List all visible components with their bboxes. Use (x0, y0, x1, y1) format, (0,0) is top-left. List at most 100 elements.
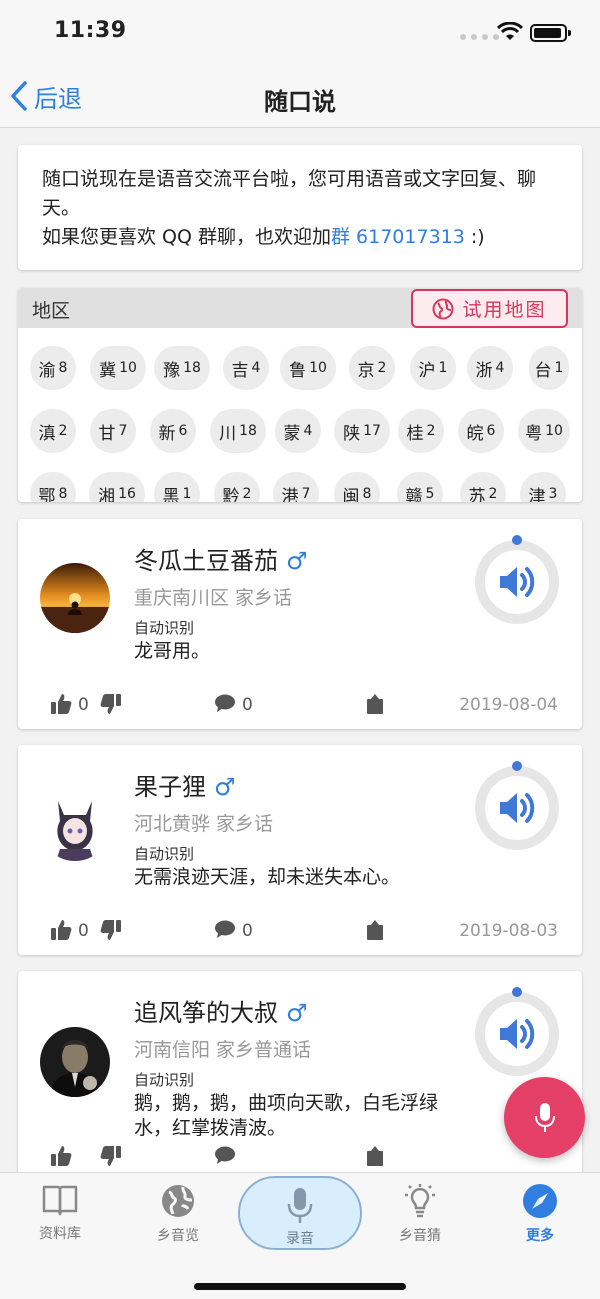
region-count: 5 (425, 486, 435, 502)
share-icon[interactable] (365, 1145, 385, 1167)
region-chip[interactable]: 湘 16 (89, 472, 145, 502)
comment-icon[interactable] (214, 1145, 236, 1165)
region-chip[interactable]: 鲁 10 (280, 346, 336, 390)
region-name: 皖 (466, 423, 484, 444)
region-chip[interactable]: 滇2 (30, 409, 76, 453)
region-chip[interactable]: 豫 18 (154, 346, 210, 390)
post-author[interactable]: 冬瓜土豆番茄 ♂ (134, 541, 308, 576)
notice-line-1: 随口说现在是语音交流平台啦，您可用语音或文字回复、聊天。 (42, 168, 537, 219)
thumbs-down-icon[interactable] (100, 1145, 122, 1167)
region-count: 4 (303, 423, 313, 439)
tab-dialect-browse[interactable]: 乡音览 (118, 1183, 238, 1263)
post-actions: 0 0 2019-08-03 (18, 917, 582, 947)
region-chip[interactable]: 浙4 (467, 346, 513, 390)
share-icon[interactable] (365, 919, 385, 941)
home-indicator (194, 1283, 406, 1290)
post-card[interactable]: 冬瓜土豆番茄 ♂ 重庆南川区 家乡话 自动识别 龙哥用。 0 0 2019-08-04 (18, 519, 582, 729)
page-title: 随口说 (264, 88, 336, 116)
region-count: 7 (118, 423, 128, 439)
thumbs-down-icon[interactable] (100, 693, 122, 715)
region-chip[interactable]: 粤 10 (518, 409, 570, 453)
region-count: 2 (377, 360, 387, 376)
region-count: 10 (119, 360, 137, 376)
region-name: 吉 (231, 360, 249, 381)
audio-play-button[interactable] (472, 987, 562, 1077)
region-chip[interactable]: 鄂8 (30, 472, 76, 502)
region-chip[interactable]: 黔2 (214, 472, 260, 502)
post-author[interactable]: 追风筝的大叔 ♂ (134, 993, 308, 1028)
region-chip[interactable]: 新6 (150, 409, 196, 453)
region-count: 1 (182, 486, 192, 502)
thumbs-down-icon[interactable] (100, 919, 122, 941)
region-chip[interactable]: 港7 (273, 472, 319, 502)
post-location: 重庆南川区 家乡话 (134, 587, 293, 609)
region-chip[interactable]: 桂2 (398, 409, 444, 453)
region-chip[interactable]: 陕 17 (334, 409, 390, 453)
post-text: 无需浪迹天涯，却未迷失本心。 (134, 866, 401, 888)
region-chip[interactable]: 冀 10 (90, 346, 146, 390)
tab-more[interactable]: 更多 (480, 1183, 600, 1263)
avatar[interactable] (40, 1027, 110, 1097)
lightbulb-icon (405, 1184, 435, 1218)
tab-record[interactable]: 录音 (238, 1176, 362, 1250)
try-map-button[interactable]: 试用地图 (411, 289, 568, 328)
avatar[interactable] (40, 563, 110, 633)
auto-recognition-label: 自动识别 (134, 845, 195, 863)
thumbs-up-icon[interactable] (50, 919, 72, 941)
region-chip[interactable]: 赣5 (397, 472, 443, 502)
region-name: 台 (534, 360, 552, 381)
cellular-signal-icon (460, 34, 499, 40)
tab-more-label: 更多 (526, 1228, 554, 1244)
globe-icon (162, 1185, 194, 1217)
region-chip[interactable]: 苏2 (460, 472, 506, 502)
thumbs-up-icon[interactable] (50, 693, 72, 715)
region-chip[interactable]: 甘7 (90, 409, 136, 453)
region-name: 闽 (342, 486, 360, 503)
audio-play-button[interactable] (472, 761, 562, 851)
region-chip[interactable]: 闽8 (334, 472, 380, 502)
avatar[interactable] (40, 791, 110, 861)
thumbs-up-icon[interactable] (50, 1145, 72, 1167)
region-chip[interactable]: 蒙4 (275, 409, 321, 453)
region-chip[interactable]: 台1 (529, 346, 569, 390)
post-card[interactable]: 追风筝的大叔 ♂ 河南信阳 家乡普通话 自动识别 鹅，鹅，鹅，曲项向天歌，白毛浮绿水，红… (18, 971, 582, 1181)
region-count: 2 (58, 423, 68, 439)
globe-icon (432, 298, 454, 319)
region-name: 黔 (222, 486, 240, 503)
post-author[interactable]: 果子狸 ♂ (134, 767, 236, 802)
region-chip[interactable]: 渝8 (30, 346, 76, 390)
region-name: 鲁 (289, 360, 307, 381)
navigation-bar: 后退 随口说 (0, 64, 600, 128)
author-name: 冬瓜土豆番茄 (134, 547, 278, 575)
qq-group-link[interactable]: 群 617017313 (331, 226, 465, 248)
comment-icon[interactable] (214, 919, 236, 939)
compass-icon (523, 1184, 557, 1218)
region-chip[interactable]: 川 18 (210, 409, 266, 453)
region-chip[interactable]: 黑1 (154, 472, 200, 502)
comment-icon[interactable] (214, 693, 236, 713)
region-count: 10 (545, 423, 563, 439)
region-chip[interactable]: 沪1 (410, 346, 456, 390)
region-name: 渝 (38, 360, 56, 381)
share-icon[interactable] (365, 693, 385, 715)
region-count: 8 (58, 486, 68, 502)
region-name: 甘 (98, 423, 116, 444)
region-count: 6 (486, 423, 496, 439)
region-name: 冀 (99, 360, 117, 381)
clock: 11:39 (54, 18, 127, 43)
record-fab-button[interactable] (504, 1077, 585, 1158)
region-card: 地区 试用地图 渝 8 冀 10 豫 18 吉 4 鲁 10 京 2 沪 1 浙 4 台 1 滇 2 甘 7 新 6 川 18 蒙 4… (18, 288, 582, 502)
tab-bar: 资料库 乡音览 录音 乡音猜 更多 (0, 1172, 600, 1299)
tab-dialect-guess[interactable]: 乡音猜 (360, 1183, 480, 1263)
audio-play-button[interactable] (472, 535, 562, 625)
region-chip[interactable]: 京2 (349, 346, 395, 390)
male-gender-icon: ♂ (286, 999, 308, 1027)
tab-library[interactable]: 资料库 (0, 1183, 120, 1263)
region-chip[interactable]: 皖6 (458, 409, 504, 453)
region-list: 渝 8 冀 10 豫 18 吉 4 鲁 10 京 2 沪 1 浙 4 台 1 滇 2 甘 7 新 6 川 18 蒙 4 陕 17 桂 2 皖 6 粤… (18, 328, 582, 502)
region-count: 3 (548, 486, 558, 502)
region-chip[interactable]: 津3 (520, 472, 566, 502)
region-name: 津 (528, 486, 546, 503)
region-chip[interactable]: 吉4 (223, 346, 269, 390)
post-card[interactable]: 果子狸 ♂ 河北黄骅 家乡话 自动识别 无需浪迹天涯，却未迷失本心。 0 0 2019-08-… (18, 745, 582, 955)
